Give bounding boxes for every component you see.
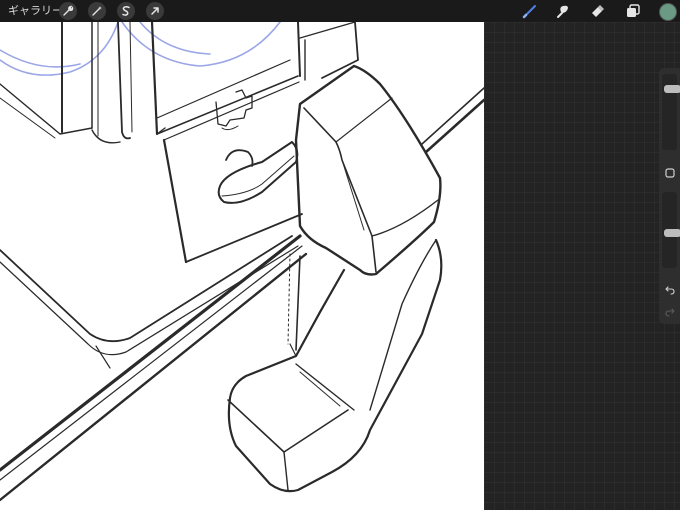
opacity-thumb[interactable] xyxy=(664,229,680,238)
adjustments-button[interactable] xyxy=(88,2,106,20)
modify-button[interactable] xyxy=(661,165,678,181)
wrench-icon xyxy=(63,5,74,16)
selection-button[interactable] xyxy=(117,2,135,20)
opacity-slider[interactable] xyxy=(662,192,680,268)
brush-size-slider[interactable] xyxy=(662,74,680,150)
transform-button[interactable] xyxy=(146,2,164,20)
eraser-button[interactable] xyxy=(589,2,607,20)
sidebar-rail xyxy=(659,68,680,324)
modify-square-icon xyxy=(664,168,675,178)
smudge-icon xyxy=(557,5,568,18)
gallery-button[interactable]: ギャラリー xyxy=(8,3,63,19)
drawing-canvas[interactable] xyxy=(0,0,484,510)
layers-button[interactable] xyxy=(624,2,642,20)
smudge-button[interactable] xyxy=(554,2,572,20)
actions-button[interactable] xyxy=(59,2,77,20)
brush-button[interactable] xyxy=(521,2,539,20)
selection-s-icon xyxy=(122,6,130,16)
arrow-cursor-icon xyxy=(151,7,159,15)
redo-icon xyxy=(664,308,675,317)
canvas-sidebar-area xyxy=(484,22,680,510)
eraser-icon xyxy=(592,5,604,17)
redo-button[interactable] xyxy=(661,304,678,320)
color-swatch-button[interactable] xyxy=(659,3,677,21)
magic-wand-icon xyxy=(92,6,102,16)
brush-size-thumb[interactable] xyxy=(664,84,680,93)
top-toolbar: ギャラリー xyxy=(0,0,680,22)
brush-icon xyxy=(522,5,536,19)
sketch-drawing xyxy=(0,20,484,502)
undo-icon xyxy=(664,286,675,295)
layers-icon xyxy=(627,4,640,17)
undo-button[interactable] xyxy=(661,282,678,298)
